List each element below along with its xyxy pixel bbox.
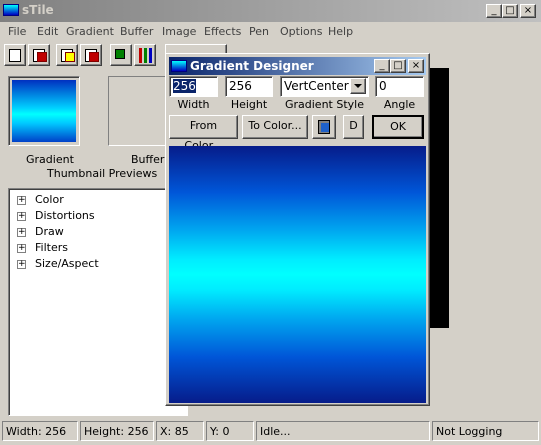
menu-gradient[interactable]: Gradient	[66, 25, 114, 38]
menu-buffer[interactable]: Buffer	[120, 25, 153, 38]
buffer-thumbnail[interactable]	[108, 76, 170, 146]
menu-image[interactable]: Image	[162, 25, 196, 38]
height-label: Height	[230, 98, 268, 111]
gradient-thumbnail-label: Gradient	[26, 153, 74, 166]
d-button[interactable]: D	[343, 115, 364, 139]
expand-icon[interactable]: +	[17, 244, 26, 253]
ok-button[interactable]: OK	[372, 115, 424, 139]
menu-pen[interactable]: Pen	[249, 25, 269, 38]
main-titlebar[interactable]: sTile _ □ ×	[0, 0, 541, 22]
expand-icon[interactable]: +	[17, 196, 26, 205]
gradient-designer-dialog: Gradient Designer _ □ × 256 256 VertCent…	[165, 53, 430, 406]
menu-help[interactable]: Help	[328, 25, 353, 38]
status-y: Y: 0	[206, 421, 254, 441]
gradient-style-label: Gradient Style	[284, 98, 364, 111]
buffer-thumbnail-label: Buffer	[131, 153, 165, 166]
maximize-button[interactable]: □	[502, 4, 518, 18]
menu-file[interactable]: File	[8, 25, 26, 38]
image-canvas-edge	[428, 68, 449, 328]
status-state: Idle...	[256, 421, 430, 441]
status-bar: Width: 256 Height: 256 X: 85 Y: 0 Idle..…	[0, 421, 541, 443]
status-height: Height: 256	[80, 421, 154, 441]
menu-effects[interactable]: Effects	[204, 25, 241, 38]
menu-bar: File Edit Gradient Buffer Image Effects …	[0, 23, 541, 41]
width-label: Width	[177, 98, 210, 111]
save-icon[interactable]	[28, 44, 50, 66]
dialog-minimize-button[interactable]: _	[374, 59, 390, 73]
window-title: sTile	[22, 3, 54, 17]
angle-input[interactable]: 0	[375, 76, 424, 97]
new-icon[interactable]	[4, 44, 26, 66]
menu-edit[interactable]: Edit	[37, 25, 58, 38]
chevron-down-icon[interactable]	[350, 78, 366, 94]
gradient-style-select[interactable]: VertCenter	[280, 76, 369, 97]
status-width: Width: 256	[2, 421, 78, 441]
tools-icon[interactable]	[110, 44, 132, 66]
status-x: X: 85	[156, 421, 204, 441]
dialog-maximize-button[interactable]: □	[390, 59, 406, 73]
width-input[interactable]: 256	[169, 76, 218, 97]
thumbnail-previews-label: Thumbnail Previews	[47, 167, 158, 180]
effects-tree[interactable]: + Color + Distortions + Draw + Filters + Size…	[8, 188, 188, 416]
menu-options[interactable]: Options	[280, 25, 322, 38]
paste-icon[interactable]	[80, 44, 102, 66]
clipboard-icon[interactable]	[312, 115, 336, 139]
from-color-button[interactable]: From Color...	[169, 115, 238, 152]
gradient-preview	[169, 146, 426, 403]
palette-icon[interactable]	[134, 44, 156, 66]
dialog-title: Gradient Designer	[190, 59, 314, 73]
copy-icon[interactable]	[56, 44, 78, 66]
height-input[interactable]: 256	[225, 76, 273, 97]
to-color-button[interactable]: To Color...	[242, 115, 308, 139]
dialog-close-button[interactable]: ×	[408, 59, 424, 73]
expand-icon[interactable]: +	[17, 228, 26, 237]
gradient-thumbnail[interactable]	[8, 76, 80, 146]
angle-label: Angle	[383, 98, 416, 111]
dialog-titlebar[interactable]: Gradient Designer _ □ ×	[169, 57, 426, 75]
app-icon	[3, 4, 19, 16]
dialog-icon	[171, 60, 187, 72]
expand-icon[interactable]: +	[17, 212, 26, 221]
status-logging: Not Logging	[432, 421, 539, 441]
close-button[interactable]: ×	[520, 4, 536, 18]
minimize-button[interactable]: _	[486, 4, 502, 18]
expand-icon[interactable]: +	[17, 260, 26, 269]
